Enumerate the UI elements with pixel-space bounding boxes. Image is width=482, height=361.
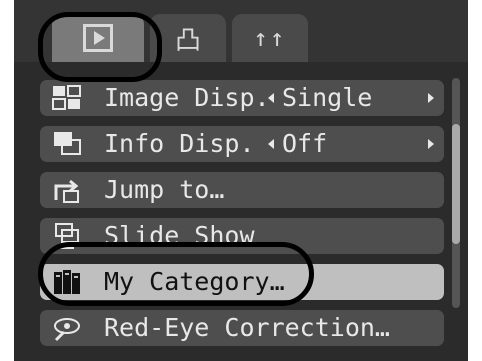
menu-item-jump-to[interactable]: Jump to…: [40, 172, 444, 208]
left-arrow-icon: [268, 139, 274, 149]
menu-item-red-eye[interactable]: Red-Eye Correction…: [40, 310, 444, 346]
menu-item-info-disp[interactable]: Info Disp. Off: [40, 126, 444, 162]
red-eye-icon: [54, 318, 80, 342]
slideshow-icon: [55, 223, 79, 249]
jump-icon: [54, 179, 79, 203]
menu-item-slide-show[interactable]: Slide Show: [40, 218, 444, 254]
menu-item-my-category[interactable]: My Category…: [40, 264, 444, 300]
menu-item-image-disp[interactable]: Image Disp. Single: [40, 80, 444, 116]
playback-menu: Image Disp. Single Info Disp. Off Jump t…: [14, 66, 468, 361]
my-category-icon: [54, 270, 80, 294]
settings-icon: ↑↑: [253, 24, 287, 52]
tab-playback[interactable]: [52, 14, 144, 62]
camera-screen: 凸 ↑↑ Image Disp. Single Info Disp. Off J…: [14, 0, 468, 361]
right-arrow-icon: [428, 139, 434, 149]
tab-bar: 凸 ↑↑: [14, 0, 468, 62]
scrollbar-thumb[interactable]: [452, 124, 460, 244]
menu-item-label: Slide Show: [104, 221, 255, 250]
tab-print[interactable]: 凸: [150, 14, 226, 62]
menu-item-label: Red-Eye Correction…: [104, 313, 390, 342]
image-display-icon: [52, 85, 81, 110]
info-display-icon: [54, 132, 81, 155]
tab-setup[interactable]: ↑↑: [232, 14, 308, 62]
menu-item-value: Single: [282, 83, 373, 112]
menu-item-label: Jump to…: [104, 175, 225, 204]
menu-item-value: Off: [282, 129, 328, 158]
menu-item-label: Image Disp.: [104, 83, 270, 112]
menu-item-label: My Category…: [104, 267, 285, 296]
print-icon: 凸: [174, 25, 201, 56]
menu-item-label: Info Disp.: [104, 129, 255, 158]
play-icon: [83, 24, 113, 52]
right-arrow-icon: [428, 93, 434, 103]
left-arrow-icon: [268, 93, 274, 103]
